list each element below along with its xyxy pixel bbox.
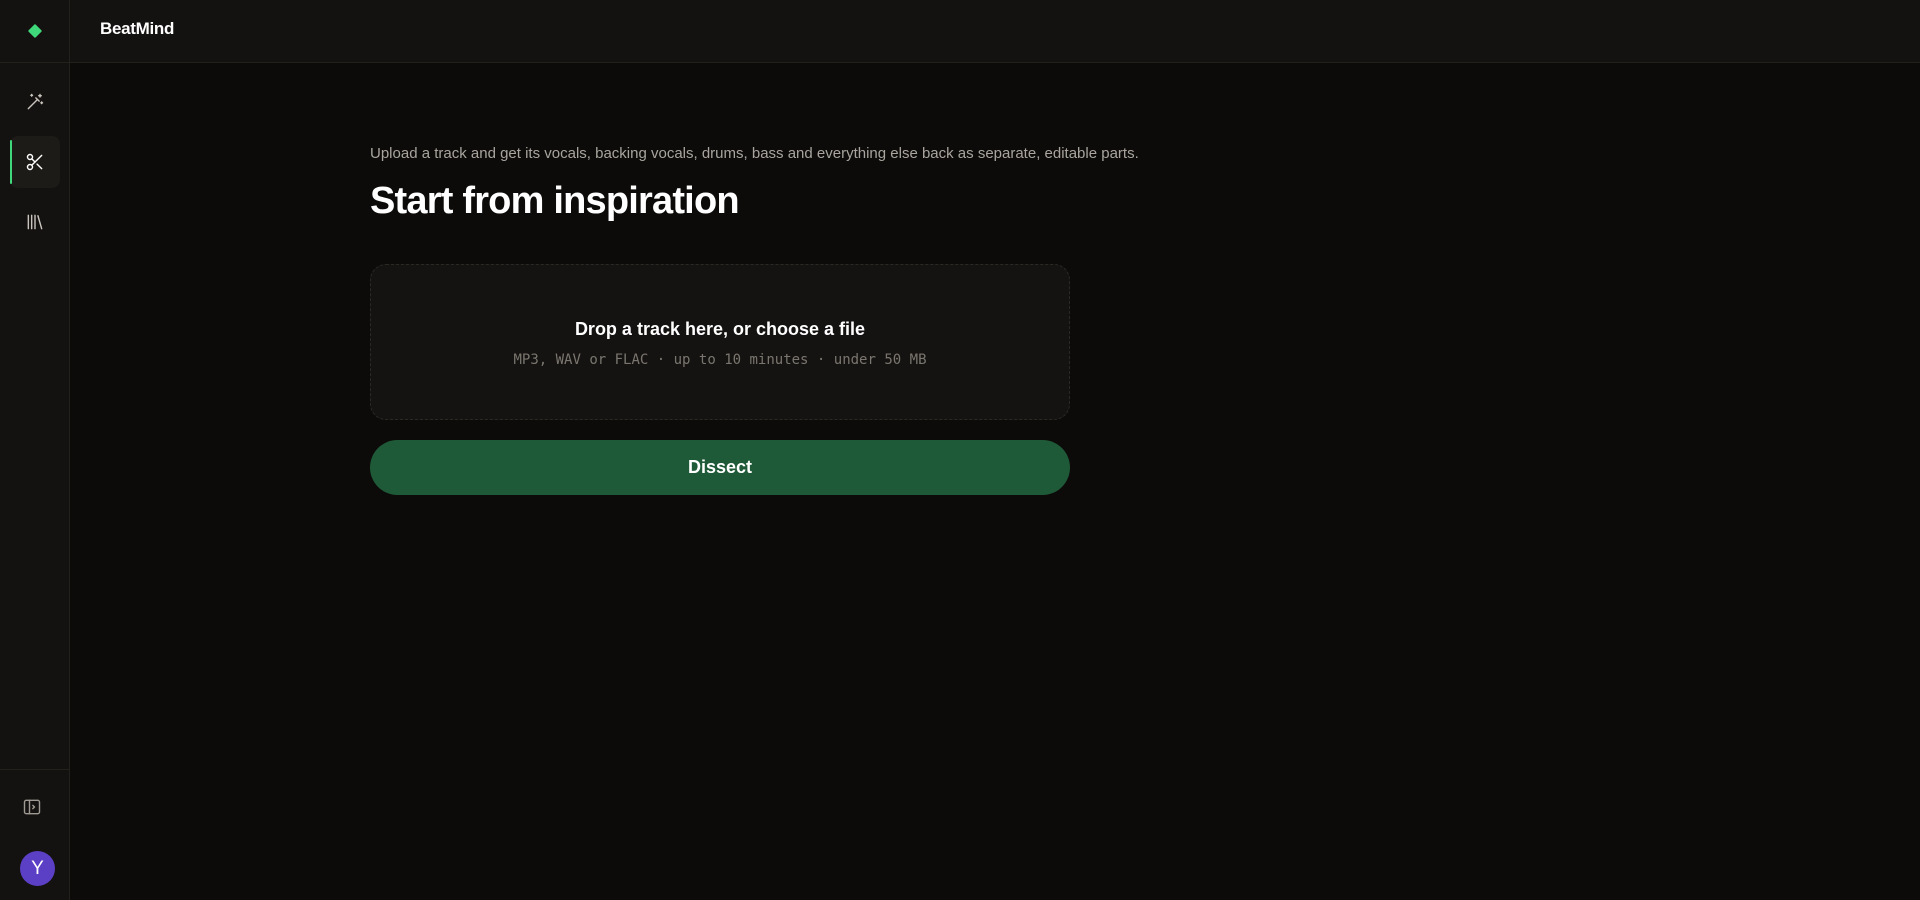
library-icon bbox=[27, 214, 43, 230]
magic-wand-icon bbox=[27, 93, 44, 110]
dropzone-hint: MP3, WAV or FLAC · up to 10 minutes · un… bbox=[513, 352, 927, 368]
sidebar-toggle-button[interactable] bbox=[12, 787, 52, 827]
file-dropzone[interactable]: Drop a track here, or choose a file MP3,… bbox=[370, 264, 1070, 420]
sidebar-item-library[interactable] bbox=[10, 196, 60, 248]
dropzone-title: Drop a track here, or choose a file bbox=[574, 319, 866, 339]
page-subtitle: Upload a track and get its vocals, backi… bbox=[370, 145, 1139, 162]
diamond-icon bbox=[27, 23, 42, 39]
sidebar-divider bbox=[0, 769, 69, 770]
page-title: Start from inspiration bbox=[370, 180, 740, 222]
avatar-initial: Y bbox=[31, 857, 44, 879]
logo[interactable] bbox=[0, 0, 69, 63]
sidebar: Y bbox=[0, 0, 70, 900]
user-avatar[interactable]: Y bbox=[20, 851, 55, 886]
scissors-icon bbox=[26, 153, 43, 171]
dissect-button[interactable]: Dissect bbox=[370, 440, 1070, 495]
app-title: BeatMind bbox=[100, 19, 175, 38]
main-content: Upload a track and get its vocals, backi… bbox=[70, 64, 1920, 900]
sidebar-item-generate[interactable] bbox=[10, 76, 60, 128]
sidebar-toggle-icon bbox=[23, 799, 41, 815]
app-root: Y BeatMind Upload a track and get its vo… bbox=[0, 0, 1920, 900]
sidebar-item-dissect[interactable] bbox=[10, 136, 60, 188]
top-header: BeatMind bbox=[70, 0, 1920, 63]
